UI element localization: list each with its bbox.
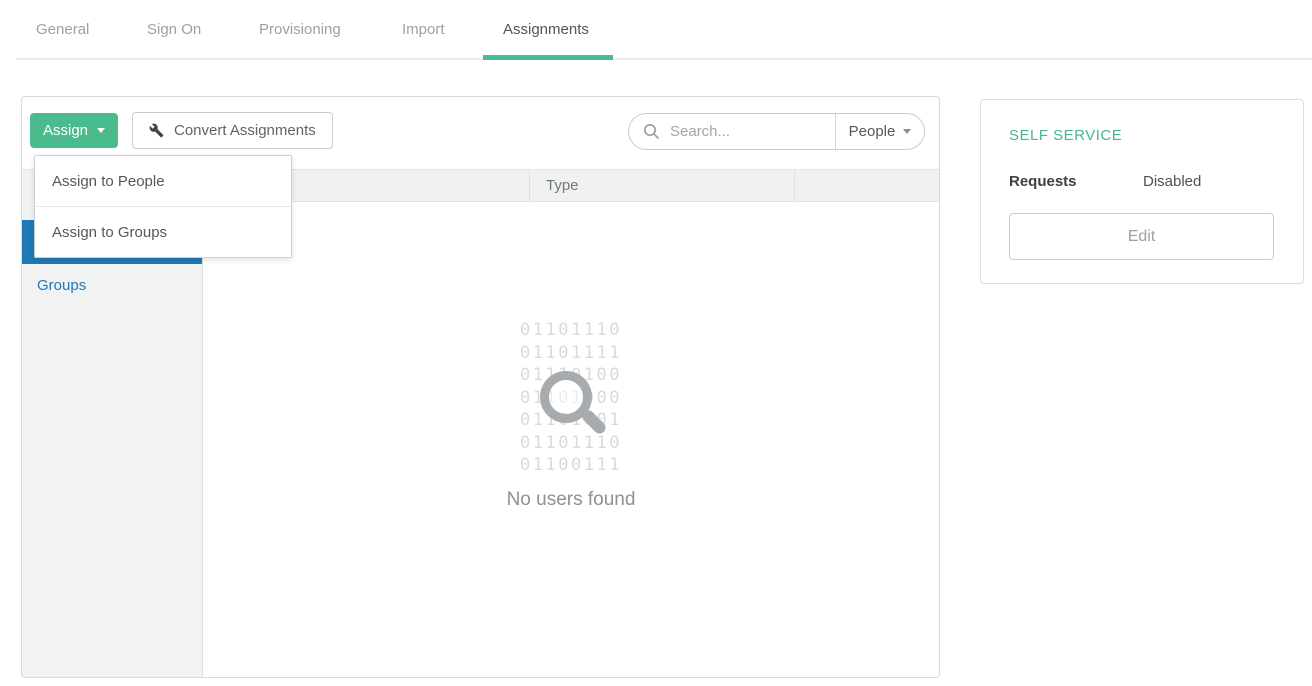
tab-bar-divider	[16, 58, 1312, 60]
column-divider	[529, 170, 530, 201]
column-divider	[794, 170, 795, 201]
menu-item-assign-to-groups[interactable]: Assign to Groups	[35, 207, 291, 257]
assign-button[interactable]: Assign	[30, 113, 118, 148]
tab-provisioning[interactable]: Provisioning	[259, 21, 341, 38]
search-bar: People	[628, 113, 925, 150]
search-section	[629, 114, 835, 149]
binary-line: 01100111	[203, 454, 939, 477]
edit-button[interactable]: Edit	[1009, 213, 1274, 260]
empty-state-message: No users found	[203, 489, 939, 511]
search-scope-label: People	[849, 123, 896, 140]
tab-sign-on[interactable]: Sign On	[147, 21, 201, 38]
menu-item-assign-to-people[interactable]: Assign to People	[35, 156, 291, 207]
assignments-panel: Assign Convert Assignments People Type G…	[21, 96, 940, 678]
assign-dropdown-menu: Assign to People Assign to Groups	[34, 155, 292, 258]
self-service-title: SELF SERVICE	[1009, 127, 1122, 144]
self-service-panel: SELF SERVICE Requests Disabled Edit	[980, 99, 1304, 284]
tab-assignments[interactable]: Assignments	[503, 21, 589, 38]
active-tab-underline	[483, 55, 613, 60]
binary-line: 01101110	[203, 319, 939, 342]
tab-general[interactable]: General	[36, 21, 89, 38]
requests-value: Disabled	[1143, 173, 1201, 190]
search-scope-dropdown[interactable]: People	[835, 114, 924, 149]
chevron-down-icon	[903, 129, 911, 134]
tab-import[interactable]: Import	[402, 21, 445, 38]
convert-assignments-button[interactable]: Convert Assignments	[132, 112, 333, 149]
type-column-header: Type	[546, 170, 579, 201]
binary-line: 01101111	[203, 342, 939, 365]
sidebar-item-groups[interactable]: Groups	[22, 264, 202, 308]
table-header-row: Type	[202, 169, 939, 202]
convert-assignments-label: Convert Assignments	[174, 122, 316, 139]
chevron-down-icon	[97, 128, 105, 133]
requests-label: Requests	[1009, 173, 1077, 190]
binary-line: 01101110	[203, 432, 939, 455]
search-input[interactable]	[668, 122, 835, 141]
assign-button-label: Assign	[43, 122, 88, 139]
search-icon	[643, 123, 660, 140]
wrench-icon	[149, 123, 164, 138]
